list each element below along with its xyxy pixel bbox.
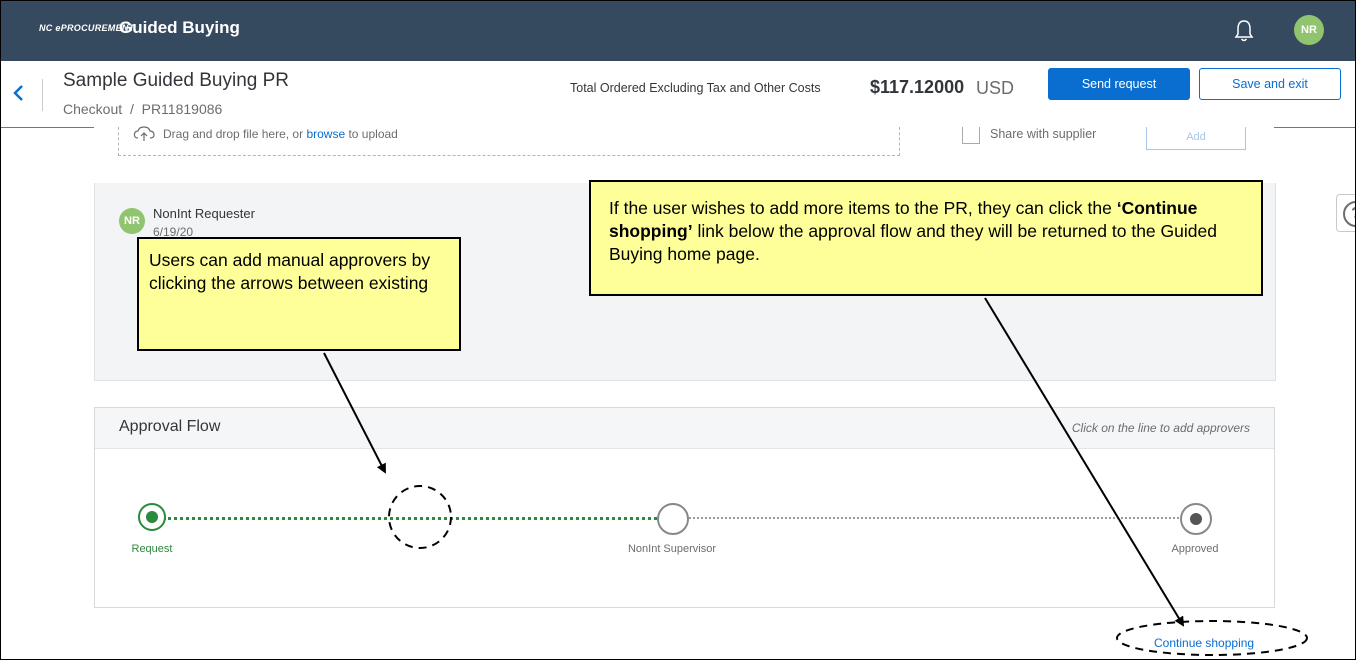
page-title: Sample Guided Buying PR	[63, 70, 290, 91]
total-currency: USD	[976, 78, 1015, 98]
breadcrumb-pr-number: PR11819086	[141, 101, 223, 117]
commenter-avatar: NR	[119, 208, 145, 234]
approval-flow-title: Approval Flow	[119, 418, 221, 435]
app-title[interactable]: Guided Buying	[119, 18, 240, 38]
attachment-upload-card: Drag and drop file here, or browse to up…	[94, 126, 1274, 183]
help-icon: ?	[1343, 201, 1355, 227]
breadcrumb: Checkout / PR11819086	[63, 101, 222, 117]
approval-flow-line-2[interactable]	[689, 517, 1179, 519]
approval-node-label-supervisor: NonInt Supervisor	[627, 543, 717, 555]
node-dot-icon	[146, 511, 158, 523]
breadcrumb-separator: /	[129, 101, 134, 117]
approval-node-request[interactable]	[138, 503, 166, 531]
dropzone-text: Drag and drop file here, or browse to up…	[163, 127, 398, 141]
share-with-supplier-checkbox[interactable]	[962, 127, 980, 144]
breadcrumb-checkout[interactable]: Checkout	[63, 101, 122, 117]
approval-node-supervisor[interactable]	[657, 503, 689, 535]
user-avatar[interactable]: NR	[1294, 15, 1324, 45]
callout-continue-shopping: If the user wishes to add more items to …	[589, 180, 1263, 296]
node-dot-icon	[1190, 513, 1202, 525]
approval-node-label-approved: Approved	[1171, 543, 1219, 555]
total-amount: $117.12000	[870, 77, 965, 97]
commenter-name: NonInt Requester	[153, 206, 255, 221]
total-label: Total Ordered Excluding Tax and Other Co…	[570, 81, 821, 95]
file-dropzone[interactable]: Drag and drop file here, or browse to up…	[118, 126, 900, 156]
header-divider	[42, 79, 43, 111]
cloud-upload-icon	[133, 126, 155, 141]
pr-header: Sample Guided Buying PR Checkout / PR118…	[1, 61, 1355, 128]
save-and-exit-button[interactable]: Save and exit	[1199, 68, 1341, 100]
approval-flow-hint: Click on the line to add approvers	[1071, 421, 1250, 435]
callout-manual-approvers: Users can add manual approvers by clicki…	[137, 237, 461, 351]
approval-node-label-request: Request	[131, 543, 173, 555]
approval-flow-card: Approval Flow Click on the line to add a…	[94, 407, 1275, 608]
send-request-button[interactable]: Send request	[1048, 68, 1190, 100]
approval-flow-line-1[interactable]	[163, 517, 657, 520]
top-nav-bar: NC ePROCUREMENT Guided Buying NR	[1, 1, 1355, 61]
approval-node-approved[interactable]	[1180, 503, 1212, 535]
help-button[interactable]: ?	[1336, 194, 1355, 232]
add-attachment-button[interactable]: Add	[1146, 127, 1246, 150]
browse-link[interactable]: browse	[306, 127, 345, 141]
back-chevron-icon[interactable]	[10, 79, 28, 107]
share-with-supplier-label: Share with supplier	[990, 127, 1097, 141]
continue-shopping-link[interactable]: Continue shopping	[1154, 636, 1254, 650]
approval-flow-header: Approval Flow Click on the line to add a…	[95, 408, 1274, 449]
bell-icon[interactable]	[1233, 19, 1255, 43]
